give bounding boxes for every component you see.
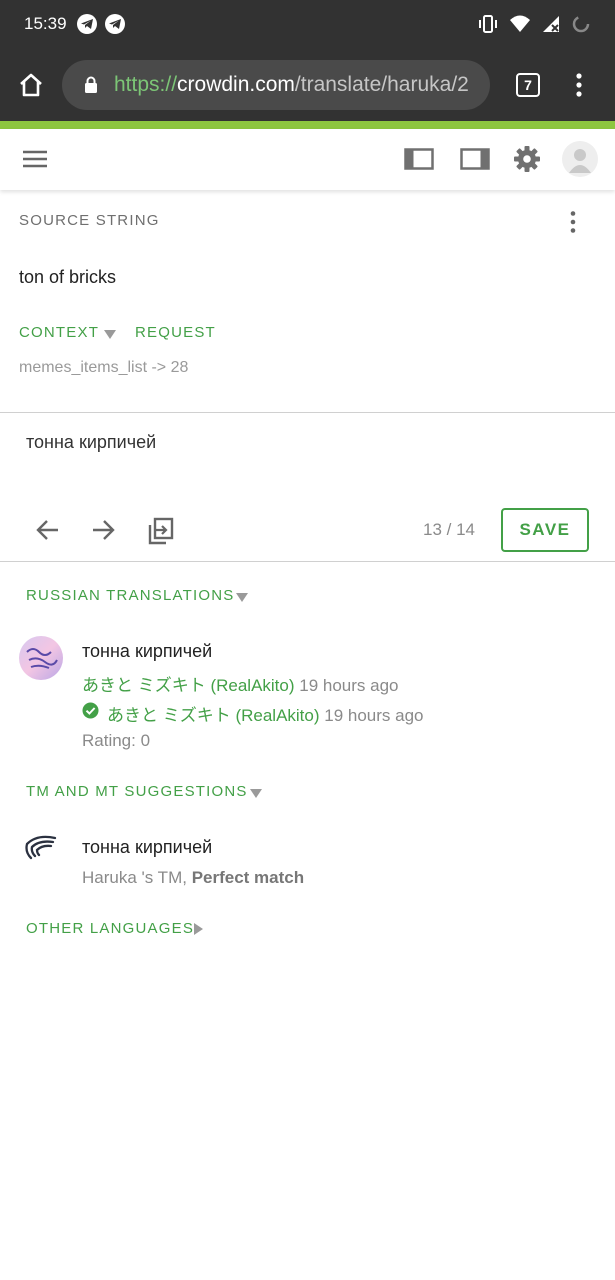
toggle-right-panel-icon[interactable] [460,148,490,170]
copy-source-icon[interactable] [146,516,174,546]
user-avatar[interactable] [562,141,598,177]
wifi-icon [510,15,530,32]
approver-time: 19 hours ago [324,706,424,725]
telegram-icon [77,14,97,34]
loading-icon [572,15,590,33]
arrow-left-icon[interactable] [36,519,60,541]
source-string-label: SOURCE STRING [19,212,160,229]
tm-suggestions-toggle[interactable]: TM AND MT SUGGESTIONS [26,783,248,800]
address-bar[interactable]: https://crowdin.com/translate/haruka/2 [62,60,490,110]
status-time: 15:39 [24,14,67,33]
gear-icon[interactable] [513,145,541,173]
request-context-link[interactable]: REQUEST [135,324,216,341]
arrow-right-icon[interactable] [91,519,115,541]
source-string-text: ton of bricks [19,267,117,287]
more-vert-icon[interactable] [568,210,578,234]
suggestion-text[interactable]: тонна кирпичей [82,837,212,858]
tm-logo-icon [25,835,57,860]
suggestion-text[interactable]: тонна кирпичей [82,641,212,662]
caret-down-icon[interactable] [236,593,248,602]
approver-link[interactable]: あきと ミズキト (RealAkito) [107,706,320,725]
author-time: 19 hours ago [299,676,399,695]
lock-icon [85,76,97,93]
translation-input[interactable]: тонна кирпичей [26,432,156,453]
string-counter: 13 / 14 [423,520,475,539]
translation-author: あきと ミズキト (RealAkito) 19 hours ago [82,671,399,696]
toggle-left-panel-icon[interactable] [404,148,434,170]
translation-approver: あきと ミズキト (RealAkito) 19 hours ago [107,701,424,726]
divider [0,412,615,413]
hamburger-menu-icon[interactable] [22,149,48,169]
url-text: https://crowdin.com/translate/haruka/2 [114,73,469,96]
divider [0,561,615,562]
approved-check-icon [82,702,99,719]
save-button[interactable]: SAVE [501,508,589,552]
translation-rating: Rating: 0 [82,731,151,750]
russian-translations-toggle[interactable]: RUSSIAN TRANSLATIONS [26,587,234,604]
status-bar: 15:39 [0,0,615,50]
author-link[interactable]: あきと ミズキト (RealAkito) [82,676,295,695]
caret-down-icon[interactable] [104,330,116,339]
avatar [19,636,63,680]
caret-down-icon[interactable] [250,789,262,798]
tab-switcher-button[interactable]: 7 [516,73,540,97]
browser-menu-icon[interactable] [574,72,584,98]
context-value: memes_items_list -> 28 [19,359,189,376]
browser-toolbar: https://crowdin.com/translate/haruka/2 7 [0,50,615,121]
app-header [0,129,615,190]
telegram-icon [105,14,125,34]
context-toggle[interactable]: CONTEXT [19,324,99,341]
suggestion-meta: Haruka 's TM, Perfect match [82,868,305,887]
signal-icon [543,16,559,32]
vibrate-icon [479,15,497,33]
caret-right-icon[interactable] [194,923,203,935]
home-icon[interactable] [18,72,44,98]
brand-accent-line [0,121,615,129]
other-languages-toggle[interactable]: OTHER LANGUAGES [26,920,194,937]
